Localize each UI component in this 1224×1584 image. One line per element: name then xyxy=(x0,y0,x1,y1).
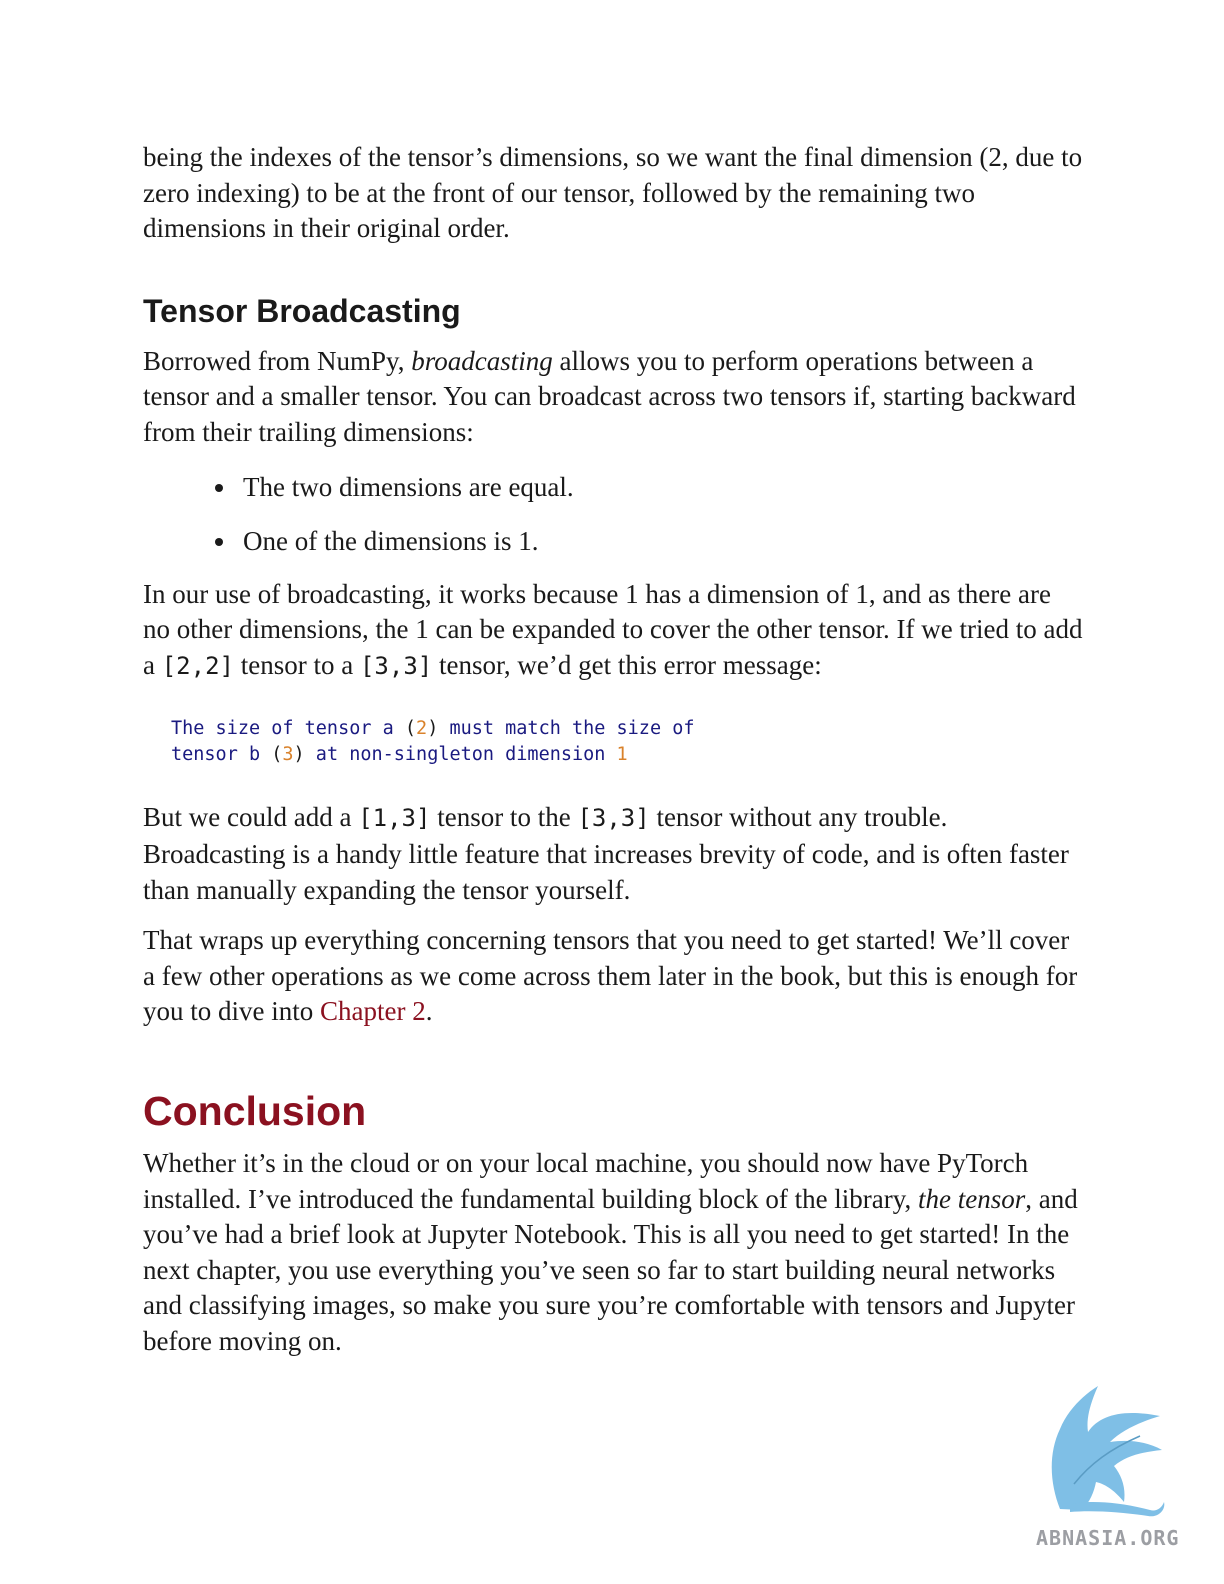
code-punct: ( xyxy=(271,744,283,766)
chapter-2-link[interactable]: Chapter 2 xyxy=(320,996,426,1026)
intro-paragraph: being the indexes of the tensor’s dimens… xyxy=(143,142,1083,244)
section-heading-tensor-broadcasting: Tensor Broadcasting xyxy=(143,292,461,329)
code-number: 3 xyxy=(282,744,294,766)
watermark-text: ABNASIA.ORG xyxy=(1036,1526,1180,1550)
text: tensor to the xyxy=(430,802,578,833)
wrap-up-paragraph: That wraps up everything concerning tens… xyxy=(143,923,1083,1030)
code-text: tensor b xyxy=(171,744,272,766)
inline-code: [1,3] xyxy=(358,804,431,833)
code-text: at non-singleton dimension xyxy=(304,744,617,766)
page-content: being the indexes of the tensor’s dimens… xyxy=(143,140,1083,1359)
code-punct: ) xyxy=(427,718,439,740)
emphasis: broadcasting xyxy=(411,345,553,376)
conditions-list: The two dimensions are equal. One of the… xyxy=(143,469,1083,559)
text: tensor, we’d get this error message: xyxy=(432,649,822,680)
code-number: 1 xyxy=(616,744,628,766)
griffin-logo-icon xyxy=(1051,1386,1165,1517)
emphasis: the tensor xyxy=(918,1183,1026,1214)
code-text: The size of tensor a xyxy=(171,718,405,740)
broadcasting-paragraph: Borrowed from NumPy, broadcasting allows… xyxy=(143,344,1083,451)
conclusion-paragraph: Whether it’s in the cloud or on your loc… xyxy=(143,1146,1083,1360)
text: Borrowed from NumPy, xyxy=(143,345,412,376)
inline-code: [3,3] xyxy=(359,651,433,680)
text: tensor to a xyxy=(233,649,360,680)
code-number: 2 xyxy=(416,718,428,740)
inline-code: [3,3] xyxy=(577,804,650,833)
text: That wraps up everything concerning tens… xyxy=(143,925,1078,1027)
but-paragraph: But we could add a [1,3] tensor to the [… xyxy=(143,800,1083,908)
text: Whether it’s in the cloud or on your loc… xyxy=(143,1147,1029,1214)
error-code-block: The size of tensor a (2) must match the … xyxy=(171,716,1083,768)
list-item: The two dimensions are equal. xyxy=(215,469,1083,505)
usage-paragraph: In our use of broadcasting, it works bec… xyxy=(143,577,1083,685)
section-heading-conclusion: Conclusion xyxy=(143,1087,367,1134)
code-punct: ( xyxy=(404,718,417,740)
text: But we could add a xyxy=(143,802,359,833)
code-text: must match the size of xyxy=(438,718,695,740)
code-punct: ) xyxy=(293,744,305,766)
text: . xyxy=(425,996,433,1027)
inline-code: [2,2] xyxy=(161,651,234,680)
list-item: One of the dimensions is 1. xyxy=(215,523,1083,559)
